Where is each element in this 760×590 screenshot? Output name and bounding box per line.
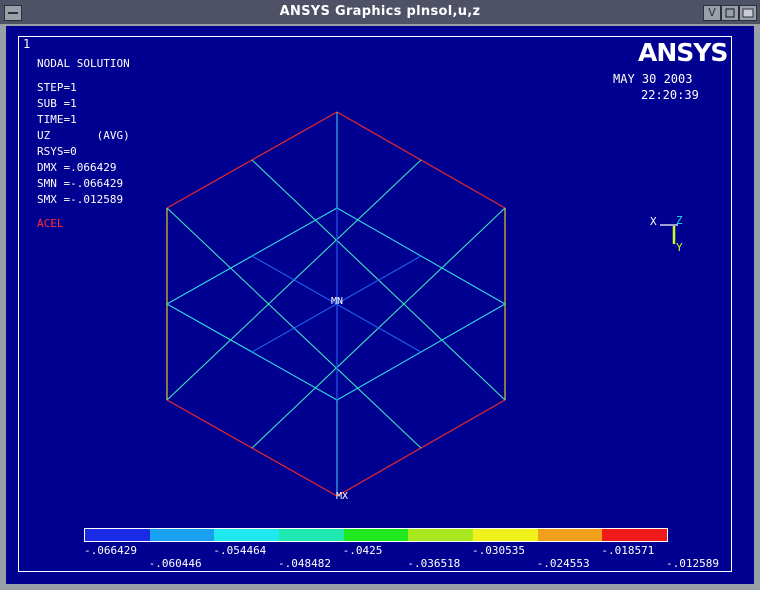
legend-swatch: [85, 529, 150, 541]
legend-label-top: -.0425: [342, 544, 383, 557]
close-icon: [742, 8, 754, 18]
minimize-button[interactable]: V: [703, 5, 721, 21]
triad-z-label: Z: [676, 214, 683, 227]
legend-label-top: -.030535: [472, 544, 525, 557]
triad-x-label: X: [650, 215, 657, 228]
legend-swatch: [473, 529, 538, 541]
graphics-canvas[interactable]: 1 NODAL SOLUTION STEP=1 SUB =1 TIME=1 UZ (A…: [6, 26, 754, 584]
legend-label-bottom: -.036518: [407, 557, 461, 570]
legend-swatch: [279, 529, 344, 541]
legend-swatch: [214, 529, 280, 541]
legend-label-bottom: -.048482: [278, 557, 331, 570]
legend-label-top: -.066429: [84, 544, 137, 557]
legend-swatch: [343, 529, 409, 541]
min-marker-label: MN: [331, 296, 343, 307]
triad-y-label: Y: [676, 241, 683, 254]
legend-label-bottom: -.060446: [148, 557, 202, 570]
legend-label-top: -.018571: [601, 544, 655, 557]
maximize-button[interactable]: [721, 5, 739, 21]
model-view: MN MX X Z Y: [166, 111, 683, 502]
legend-swatch: [602, 529, 668, 541]
title-bar[interactable]: ANSYS Graphics plnsol,u,z V: [0, 0, 760, 24]
legend-swatch: [537, 529, 603, 541]
maximize-icon: [725, 8, 735, 18]
ansys-graphics-window: ANSYS Graphics plnsol,u,z V 1 NODAL SOLU…: [0, 0, 760, 590]
legend-swatch: [408, 529, 474, 541]
max-marker-label: MX: [336, 491, 348, 502]
legend-swatch: [149, 529, 215, 541]
legend-label-bottom: -.024553: [536, 557, 590, 570]
axis-triad: X Z Y: [650, 214, 683, 254]
legend-label-bottom: -.012589: [666, 557, 719, 570]
legend-label-top: -.054464: [213, 544, 267, 557]
window-title: ANSYS Graphics plnsol,u,z: [279, 4, 481, 19]
contour-legend: [84, 528, 668, 542]
close-button[interactable]: [739, 5, 757, 21]
